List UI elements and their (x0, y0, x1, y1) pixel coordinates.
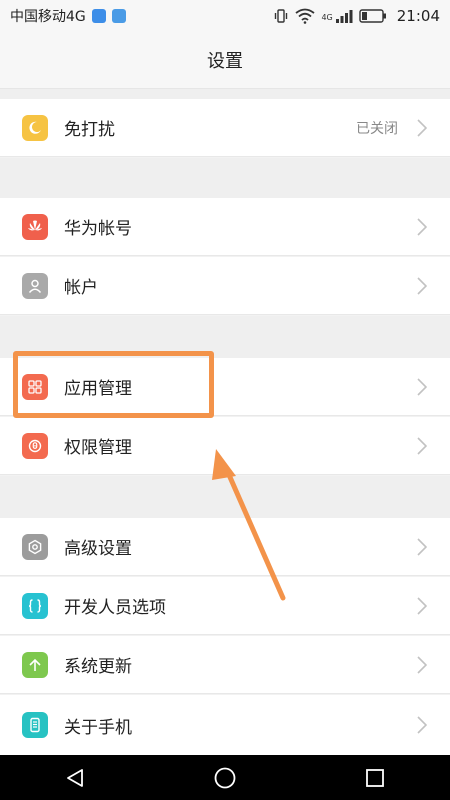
clock: 21:04 (396, 7, 440, 25)
vibrate-icon (275, 9, 288, 23)
chevron-right-icon (410, 377, 434, 396)
chevron-right-icon (410, 436, 434, 455)
settings-item-label: 开发人员选项 (64, 598, 166, 618)
battery-icon (359, 9, 386, 23)
phone-icon (22, 712, 48, 738)
huawei-icon (22, 213, 48, 240)
settings-item-label: 系统更新 (64, 657, 132, 677)
chevron-right-icon (410, 596, 434, 615)
back-icon[interactable] (55, 758, 95, 798)
chevron-right-icon (410, 537, 434, 556)
section-gap (0, 158, 450, 198)
settings-item-permission-management[interactable]: 权限管理 (0, 417, 450, 475)
navigation-bar (0, 755, 450, 800)
title-bar: 设置 (0, 32, 450, 89)
carrier-label: 中国移动4G (10, 9, 86, 25)
section-gap (0, 316, 450, 358)
settings-item-label: 免打扰 (64, 120, 115, 140)
chevron-right-icon (410, 716, 434, 734)
recents-icon[interactable] (355, 758, 395, 798)
update-arrow-icon (22, 651, 48, 678)
chevron-right-icon (410, 655, 434, 674)
permission-icon (22, 432, 48, 459)
status-right: 4G 21:04 (263, 7, 450, 25)
settings-item-label: 帐户 (64, 278, 98, 298)
section-gap (0, 89, 450, 99)
status-bar: 中国移动4G 4G 21:04 (0, 0, 450, 32)
status-left: 中国移动4G (0, 6, 136, 26)
settings-item-label: 高级设置 (64, 539, 132, 559)
settings-item-label: 华为帐号 (64, 219, 132, 239)
wifi-icon (295, 8, 316, 24)
chevron-right-icon (410, 276, 434, 295)
gear-icon (22, 533, 48, 560)
settings-item-system-update[interactable]: 系统更新 (0, 636, 450, 694)
settings-item-accounts[interactable]: 帐户 (0, 257, 450, 315)
settings-item-about-phone[interactable]: 关于手机 (0, 695, 450, 755)
home-icon[interactable] (205, 758, 245, 798)
moon-icon (22, 114, 48, 141)
settings-item-advanced-settings[interactable]: 高级设置 (0, 518, 450, 576)
chevron-right-icon (410, 217, 434, 236)
settings-screen: 中国移动4G 4G 21:04 设置 免打扰 已关闭 华为帐号 帐户 应用管理 … (0, 0, 450, 800)
page-title: 设置 (207, 51, 243, 72)
account-icon (22, 272, 48, 299)
gallery-icon (111, 9, 126, 23)
settings-item-do-not-disturb[interactable]: 免打扰 已关闭 (0, 99, 450, 157)
network-badge: 4G (321, 13, 333, 22)
signal-icon (335, 10, 353, 23)
braces-icon (22, 592, 48, 619)
notification-app-icon (91, 9, 106, 23)
settings-item-label: 应用管理 (64, 379, 132, 399)
settings-item-app-management[interactable]: 应用管理 (0, 358, 450, 416)
settings-item-label: 关于手机 (64, 717, 132, 738)
section-gap (0, 476, 450, 518)
apps-grid-icon (22, 373, 48, 400)
settings-item-label: 权限管理 (64, 438, 132, 458)
settings-item-huawei-account[interactable]: 华为帐号 (0, 198, 450, 256)
settings-item-developer-options[interactable]: 开发人员选项 (0, 577, 450, 635)
settings-item-value: 已关闭 (356, 120, 398, 137)
chevron-right-icon (410, 118, 434, 137)
